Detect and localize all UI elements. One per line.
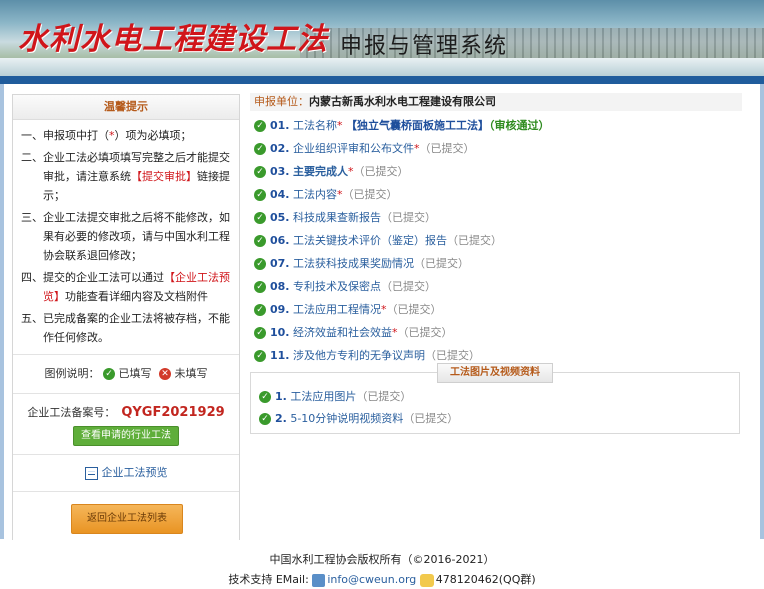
- tip-2: 二、企业工法必填项填写完整之后才能提交审批，请注意系统【提交审批】链接提示；: [21, 151, 230, 202]
- tips-box: 温馨提示 一、申报项中打（*）项为必填项； 二、企业工法必填项填写完整之后才能提…: [12, 94, 240, 563]
- support-info: 技术支持 EMail: info@cweun.org 478120462(QQ群…: [228, 573, 536, 587]
- header-divider: [0, 76, 764, 84]
- list-item[interactable]: ✓ 10. 经济效益和社会效益*（已提交）: [254, 321, 744, 344]
- record-number: QYGF2021929: [121, 405, 225, 420]
- media-item[interactable]: ✓ 2. 5-10分钟说明视频资料（已提交）: [259, 407, 458, 430]
- check-icon: ✓: [254, 235, 266, 247]
- check-icon: ✓: [254, 304, 266, 316]
- document-icon: [84, 466, 98, 480]
- check-icon: ✓: [259, 413, 271, 425]
- list-item[interactable]: ✓ 04. 工法内容*（已提交）: [254, 183, 744, 206]
- tip-1: 一、申报项中打（*）项为必填项；: [21, 129, 192, 142]
- list-item[interactable]: ✓ 06. 工法关键技术评价（鉴定）报告（已提交）: [254, 229, 744, 252]
- tip-4: 四、提交的企业工法可以通过【企业工法预览】功能查看详细内容及文档附件: [21, 271, 230, 303]
- media-section: 工法图片及视频资料 ✓ 1. 工法应用图片（已提交） ✓ 2. 5-10分钟说明视频…: [250, 363, 740, 434]
- view-industry-method-button[interactable]: 查看申请的行业工法: [73, 426, 179, 446]
- list-item[interactable]: ✓ 03. 主要完成人*（已提交）: [254, 160, 744, 183]
- check-icon: ✓: [254, 258, 266, 270]
- list-item[interactable]: ✓ 05. 科技成果查新报告（已提交）: [254, 206, 744, 229]
- record-section: 企业工法备案号： QYGF2021929 查看申请的行业工法: [13, 393, 239, 454]
- page-left-border: [0, 84, 4, 539]
- calligraphy-logo: 水利水电工程建设工法: [18, 22, 328, 57]
- footer: 中国水利工程协会版权所有（©2016-2021） 技术支持 EMail: inf…: [0, 540, 764, 589]
- record-label: 企业工法备案号：: [27, 406, 116, 419]
- header-banner: 水利水电工程建设工法 申报与管理系统: [0, 0, 764, 76]
- tip-3: 三、企业工法提交审批之后将不能修改，如果有必要的修改项，请与中国水利工程协会联系…: [21, 211, 230, 262]
- qq-group: 478120462(QQ群): [435, 573, 536, 586]
- cross-icon: ✕: [159, 368, 171, 380]
- applicant-bar: 申报单位：内蒙古新禹水利水电工程建设有限公司: [250, 93, 742, 111]
- check-icon: ✓: [254, 327, 266, 339]
- media-title: 工法图片及视频资料: [437, 363, 553, 383]
- list-item[interactable]: ✓ 09. 工法应用工程情况*（已提交）: [254, 298, 744, 321]
- media-item[interactable]: ✓ 1. 工法应用图片（已提交）: [259, 385, 411, 408]
- water-image: [0, 58, 764, 76]
- copyright: 中国水利工程协会版权所有（©2016-2021）: [269, 553, 495, 566]
- submit-approval-link[interactable]: 【提交审批】: [131, 170, 197, 183]
- email-icon: [312, 573, 326, 587]
- check-icon: ✓: [103, 368, 115, 380]
- list-item[interactable]: ✓ 02. 企业组织评审和公布文件*（已提交）: [254, 137, 744, 160]
- system-title: 申报与管理系统: [340, 34, 509, 59]
- check-icon: ✓: [254, 189, 266, 201]
- check-icon: ✓: [254, 143, 266, 155]
- list-item[interactable]: ✓ 07. 工法获科技成果奖励情况（已提交）: [254, 252, 744, 275]
- check-icon: ✓: [254, 281, 266, 293]
- list-item[interactable]: ✓ 01. 工法名称* 【独立气囊桥面板施工工法】（审核通过）: [254, 114, 744, 137]
- method-preview-link[interactable]: 企业工法预览: [13, 454, 239, 491]
- tips-title: 温馨提示: [13, 95, 239, 120]
- support-email-link[interactable]: info@cweun.org: [327, 573, 416, 586]
- check-icon: ✓: [254, 166, 266, 178]
- qq-icon: [419, 573, 434, 587]
- page-right-border: [760, 84, 764, 539]
- check-icon: ✓: [254, 350, 266, 362]
- list-item[interactable]: ✓ 08. 专利技术及保密点（已提交）: [254, 275, 744, 298]
- check-icon: ✓: [254, 212, 266, 224]
- declaration-items: ✓ 01. 工法名称* 【独立气囊桥面板施工工法】（审核通过） ✓ 02. 企业组织…: [254, 114, 744, 367]
- back-to-list-button[interactable]: 返回企业工法列表: [71, 504, 183, 534]
- left-panel: 温馨提示 一、申报项中打（*）项为必填项； 二、企业工法必填项填写完整之后才能提…: [12, 94, 240, 563]
- legend: 图例说明： ✓ 已填写 ✕ 未填写: [13, 354, 239, 393]
- tip-5: 五、已完成备案的企业工法将被存档，不能作任何修改。: [21, 312, 230, 344]
- check-icon: ✓: [254, 120, 266, 132]
- tips-list: 一、申报项中打（*）项为必填项； 二、企业工法必填项填写完整之后才能提交审批，请…: [13, 120, 239, 354]
- check-icon: ✓: [259, 391, 271, 403]
